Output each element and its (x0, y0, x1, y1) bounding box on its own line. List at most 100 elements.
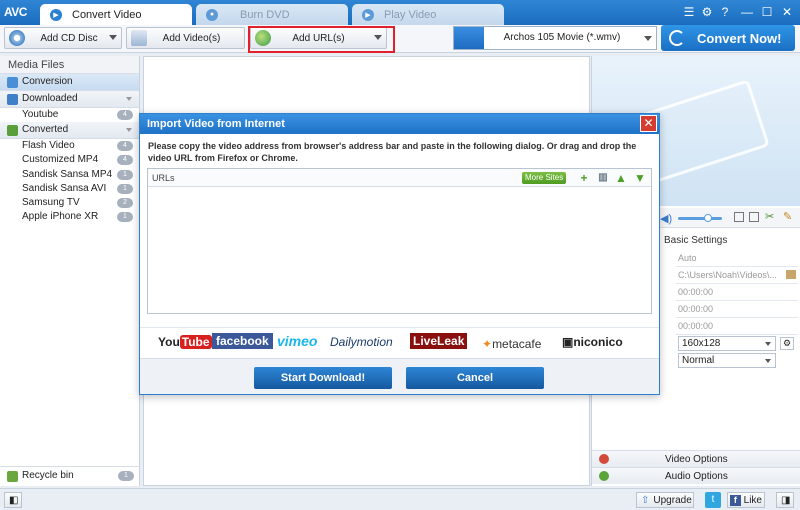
youtube-logo: You Tube (158, 335, 212, 349)
setting-row[interactable]: Auto (676, 250, 798, 267)
sidebar-item-conversion[interactable]: Conversion (0, 74, 139, 91)
chevron-down-icon[interactable] (126, 97, 132, 101)
chevron-down-icon[interactable] (126, 128, 132, 133)
metacafe-logo: ✦metacafe (482, 337, 542, 351)
video-options-row[interactable]: Video Options (592, 450, 800, 467)
chevron-down-icon[interactable] (644, 36, 652, 41)
setting-row-start-time[interactable]: 00:00:00 (676, 284, 798, 301)
count-badge: 1 (117, 183, 133, 194)
maximize-icon[interactable]: ☐ (760, 5, 774, 19)
menu-icon[interactable]: ☰ (682, 5, 696, 19)
liveleak-logo: LiveLeak (410, 333, 468, 349)
volume-slider[interactable] (678, 217, 722, 220)
gear-icon[interactable]: ⚙ (700, 5, 714, 19)
sidebar-item-samsung-tv[interactable]: Samsung TV 2 (0, 196, 139, 210)
setting-row-output-folder[interactable]: C:\Users\Noah\Videos\... (676, 267, 798, 284)
convert-icon: ▶ (50, 8, 62, 21)
dialog-description: Please copy the video address from brows… (148, 141, 637, 163)
basic-settings-title: Basic Settings (664, 235, 728, 246)
count-badge: 4 (117, 155, 133, 166)
minimize-icon[interactable]: — (740, 5, 754, 19)
tab-convert-video[interactable]: ▶ Convert Video (40, 4, 192, 25)
dialog-button-bar: Start Download! Cancel (140, 358, 659, 394)
sidebar-item-recycle-bin[interactable]: Recycle bin 1 (0, 466, 140, 483)
dialog-title: Import Video from Internet (140, 114, 659, 134)
setting-row-end-time[interactable]: 00:00:00 (676, 301, 798, 318)
snapshot-icon[interactable] (734, 212, 744, 222)
tab-play-video[interactable]: ▶ Play Video (352, 4, 504, 25)
size-settings-icon[interactable]: ⚙ (780, 337, 794, 350)
help-icon[interactable]: ? (718, 5, 732, 19)
more-sites-button[interactable]: More Sites (522, 172, 567, 184)
close-icon[interactable]: ✕ (640, 115, 657, 132)
arrow-up-icon[interactable]: ▲ (615, 172, 627, 184)
trash-icon (7, 471, 18, 482)
title-bar: AVC ▶ Convert Video ● Burn DVD ▶ Play Vi… (0, 0, 800, 25)
sidebar-group-downloaded[interactable]: Downloaded (0, 91, 139, 108)
sidebar-item-flash-video[interactable]: Flash Video 4 (0, 139, 139, 153)
add-url-highlight (248, 26, 395, 53)
chevron-down-icon (765, 359, 771, 363)
sidebar-header: Media Files (0, 56, 139, 74)
sidebar-item-apple-iphone[interactable]: Apple iPhone XR 1 (0, 210, 139, 224)
url-list[interactable]: URLs More Sites + ▥ ▲ ▼ (147, 168, 652, 314)
facebook-logo: facebook (212, 333, 273, 349)
close-icon[interactable]: ✕ (780, 5, 794, 19)
sidebar-group-converted[interactable]: Converted (0, 122, 139, 140)
device-icon (454, 27, 484, 49)
twitter-icon[interactable]: t (705, 492, 721, 508)
count-badge: 1 (117, 212, 133, 223)
sidebar-item-youtube[interactable]: Youtube 4 (0, 108, 139, 122)
volume-handle[interactable] (704, 214, 712, 222)
refresh-icon (669, 30, 685, 46)
url-list-header: URLs More Sites + ▥ ▲ ▼ (148, 169, 651, 187)
dailymotion-logo: Dailymotion (330, 335, 393, 349)
facebook-icon: f (730, 494, 741, 506)
video-size-select[interactable]: 160x128 (678, 336, 776, 351)
quality-select[interactable]: Normal (678, 353, 776, 368)
trash-icon[interactable]: ▥ (597, 172, 609, 184)
convert-now-button[interactable]: Convert Now! (661, 25, 795, 51)
upload-icon: ⇧ (641, 494, 650, 506)
player-controls: ◀) ✂ ✎ (652, 208, 800, 228)
audio-options-icon (599, 471, 609, 481)
folder-icon[interactable] (786, 270, 796, 279)
arrow-down-icon[interactable]: ▼ (634, 172, 646, 184)
urls-column-label: URLs (152, 173, 175, 183)
sidebar-item-sandisk-avi[interactable]: Sandisk Sansa AVI 1 (0, 182, 139, 196)
sidebar-item-customized-mp4[interactable]: Customized MP4 4 (0, 153, 139, 167)
play-icon: ▶ (362, 8, 374, 21)
sidebar-item-sandisk-mp4[interactable]: Sandisk Sansa MP4 1 (0, 168, 139, 182)
tab-burn-dvd[interactable]: ● Burn DVD (196, 4, 348, 25)
scissors-icon[interactable]: ✂ (765, 210, 774, 223)
facebook-like-button[interactable]: f Like (727, 492, 765, 508)
volume-icon[interactable]: ◀) (660, 212, 672, 225)
sidebar-toggle-icon[interactable]: ◧ (4, 492, 22, 508)
start-download-button[interactable]: Start Download! (254, 367, 392, 389)
audio-options-row[interactable]: Audio Options (592, 467, 800, 484)
count-badge: 2 (117, 197, 133, 208)
add-video-button[interactable]: Add Video(s) (126, 27, 245, 49)
chevron-down-icon (765, 342, 771, 346)
magic-wand-icon[interactable]: ✎ (783, 210, 792, 223)
disc-icon: ● (206, 8, 218, 21)
conversion-icon (7, 77, 18, 88)
add-cd-button[interactable]: Add CD Disc (4, 27, 122, 49)
media-sidebar: Media Files Conversion Downloaded Youtub… (0, 56, 140, 486)
setting-row-duration[interactable]: 00:00:00 (676, 318, 798, 335)
tab-label: Convert Video (72, 8, 142, 21)
count-badge: 4 (117, 110, 133, 120)
video-options-icon (599, 454, 609, 464)
cancel-button[interactable]: Cancel (406, 367, 544, 389)
output-profile-select[interactable]: Archos 105 Movie (*.wmv) (453, 26, 657, 50)
status-bar: ◧ ⇧ Upgrade t f Like ◨ (0, 488, 800, 510)
count-badge: 1 (118, 471, 134, 481)
chevron-down-icon[interactable] (109, 35, 117, 40)
panel-toggle-icon[interactable]: ◨ (776, 492, 794, 508)
app-logo: AVC (4, 5, 27, 19)
upgrade-button[interactable]: ⇧ Upgrade (636, 492, 694, 508)
count-badge: 4 (117, 141, 133, 152)
vimeo-logo: vimeo (277, 333, 318, 349)
folder-icon[interactable] (749, 212, 759, 222)
add-icon[interactable]: + (578, 172, 590, 184)
